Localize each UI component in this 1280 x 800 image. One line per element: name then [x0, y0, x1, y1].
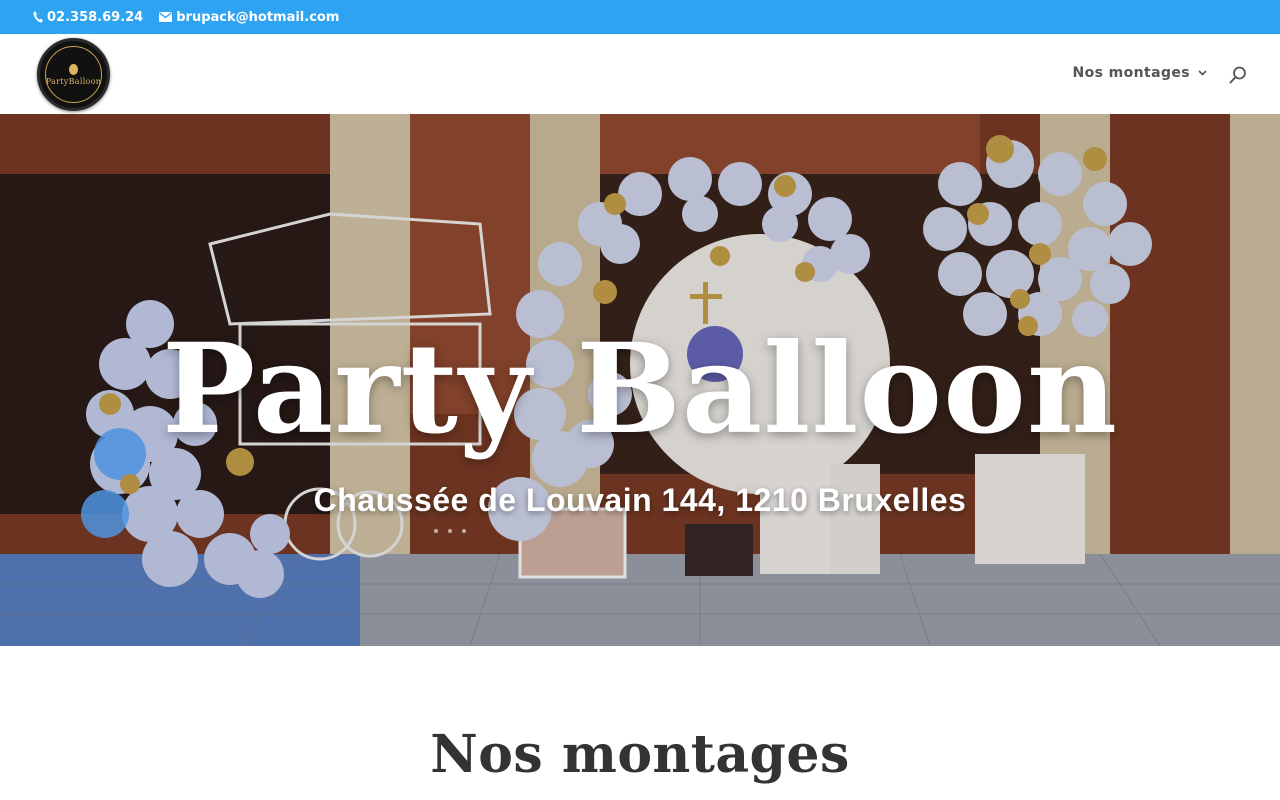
- site-logo[interactable]: PartyBalloon: [37, 38, 110, 111]
- nav-item-nos-montages[interactable]: Nos montages: [1072, 65, 1207, 81]
- search-icon[interactable]: [1229, 66, 1247, 84]
- slider-dot[interactable]: [462, 529, 466, 533]
- site-header: PartyBalloon Nos montages: [0, 34, 1280, 114]
- hero-subtitle: Chaussée de Louvain 144, 1210 Bruxelles: [313, 482, 967, 518]
- email-address: brupack@hotmail.com: [176, 9, 340, 25]
- nav-item-label: Nos montages: [1072, 65, 1190, 81]
- section-title: Nos montages: [430, 724, 850, 785]
- slider-dots: [434, 529, 466, 533]
- logo-ring: [45, 46, 102, 103]
- slider-dot[interactable]: [448, 529, 452, 533]
- email-link[interactable]: brupack@hotmail.com: [159, 10, 339, 25]
- hero-banner: Party Balloon Chaussée de Louvain 144, 1…: [0, 114, 1280, 646]
- envelope-icon: [159, 12, 173, 22]
- hero-title: Party Balloon: [161, 317, 1119, 462]
- phone-number: 02.358.69.24: [47, 9, 144, 25]
- phone-icon: [33, 11, 43, 23]
- phone-link[interactable]: 02.358.69.24: [33, 10, 143, 25]
- slider-dot[interactable]: [434, 529, 438, 533]
- main-nav: Nos montages: [1072, 65, 1207, 81]
- chevron-down-icon: [1198, 70, 1207, 76]
- top-info-bar: 02.358.69.24 brupack@hotmail.com: [0, 0, 1280, 34]
